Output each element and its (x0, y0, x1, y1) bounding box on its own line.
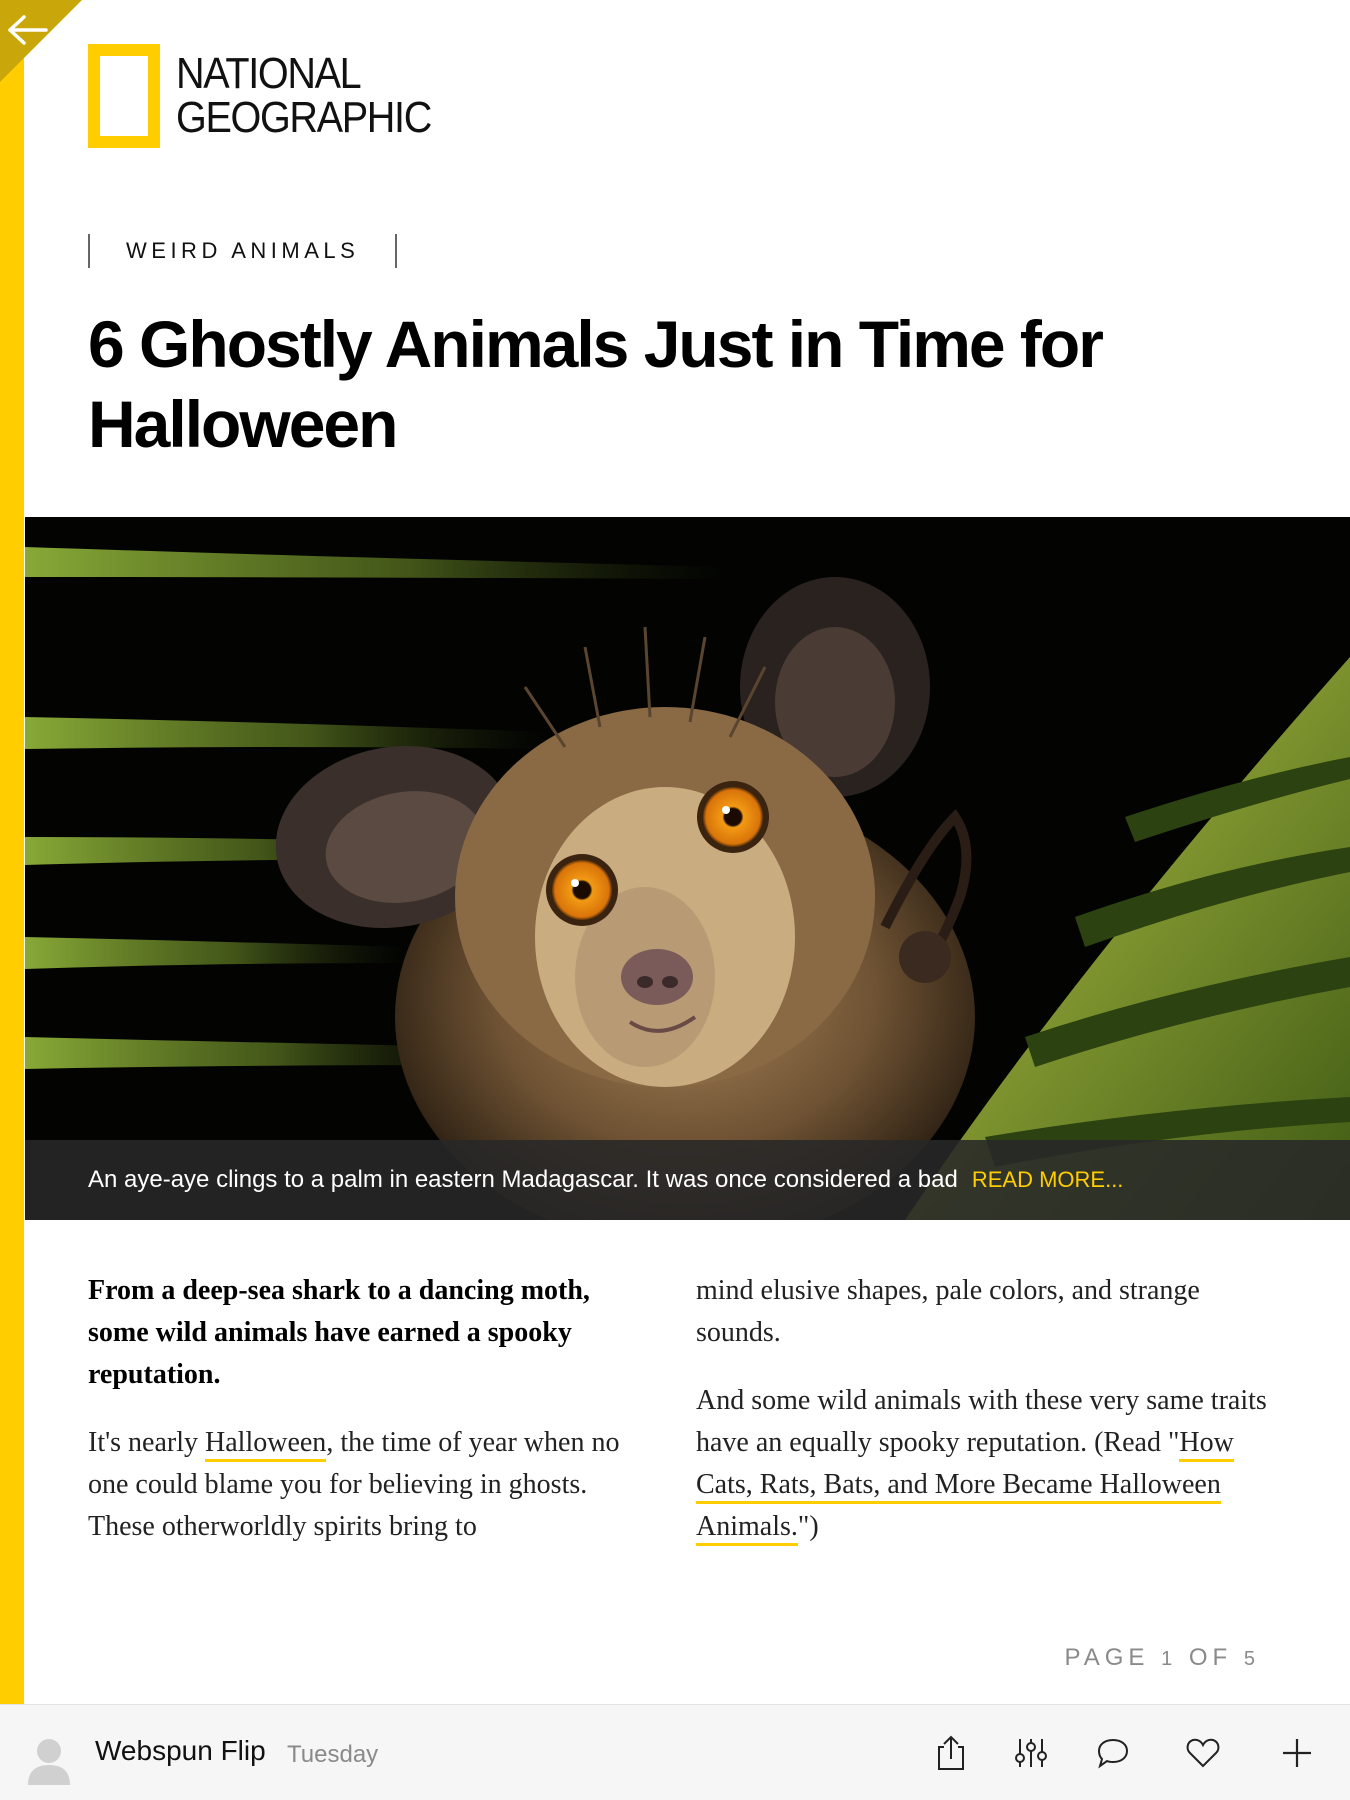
article-headline: 6 Ghostly Animals Just in Time for Hallo… (88, 307, 1104, 461)
aye-aye-photo (25, 517, 1350, 1220)
kicker-divider-right (395, 234, 398, 268)
read-more-link[interactable]: READ MORE... (972, 1167, 1124, 1193)
article-column-right: mind elusive shapes, pale colors, and st… (696, 1270, 1276, 1574)
article-column-left: From a deep-sea shark to a dancing moth,… (88, 1270, 648, 1574)
pager-total: 5 (1243, 1648, 1260, 1670)
tune-icon (1015, 1739, 1047, 1767)
comment-button[interactable] (1093, 1733, 1133, 1773)
paragraph-text: It's nearly (88, 1427, 206, 1458)
logo-yellow-border (88, 44, 160, 148)
accent-strip (0, 0, 24, 1704)
heart-icon (1186, 1738, 1220, 1768)
add-button[interactable] (1277, 1733, 1317, 1773)
bottom-bar: Webspun Flip Tuesday (0, 1704, 1350, 1800)
hero-caption: An aye-aye clings to a palm in eastern M… (88, 1166, 958, 1193)
avatar[interactable] (26, 1735, 72, 1785)
page-indicator: PAGE 1 OF 5 (1064, 1644, 1260, 1672)
share-icon (938, 1735, 964, 1770)
like-button[interactable] (1183, 1733, 1223, 1773)
brand-logo: NATIONAL GEOGRAPHIC (88, 44, 459, 148)
share-button[interactable] (931, 1733, 971, 1773)
plus-icon (1283, 1739, 1311, 1767)
back-arrow-icon (0, 0, 82, 82)
kicker-label: WEIRD ANIMALS (126, 238, 360, 263)
paragraph-text: ") (797, 1511, 819, 1542)
article-paragraph-1-continued: mind elusive shapes, pale colors, and st… (696, 1275, 1200, 1348)
pager-current: 1 (1161, 1648, 1178, 1670)
caption-bar: An aye-aye clings to a palm in eastern M… (25, 1140, 1350, 1220)
section-kicker[interactable]: WEIRD ANIMALS (88, 234, 398, 268)
back-button[interactable] (0, 0, 82, 82)
logo-line-1: NATIONAL (176, 49, 362, 98)
halloween-link[interactable]: Halloween (205, 1427, 327, 1462)
article-dek: From a deep-sea shark to a dancing moth,… (88, 1275, 590, 1390)
article-paragraph-1: It's nearly Halloween, the time of year … (88, 1422, 648, 1548)
post-date: Tuesday (287, 1741, 379, 1768)
comment-icon (1097, 1738, 1129, 1769)
logo-wordmark: NATIONAL GEOGRAPHIC (176, 49, 432, 142)
pager-label: PAGE (1064, 1644, 1150, 1671)
author-name[interactable]: Webspun Flip (95, 1735, 266, 1767)
hero-image[interactable]: An aye-aye clings to a palm in eastern M… (25, 517, 1350, 1220)
article-paragraph-2: And some wild animals with these very sa… (696, 1380, 1276, 1548)
pager-of: OF (1188, 1644, 1233, 1671)
customize-button[interactable] (1011, 1733, 1051, 1773)
logo-line-2: GEOGRAPHIC (176, 93, 432, 142)
